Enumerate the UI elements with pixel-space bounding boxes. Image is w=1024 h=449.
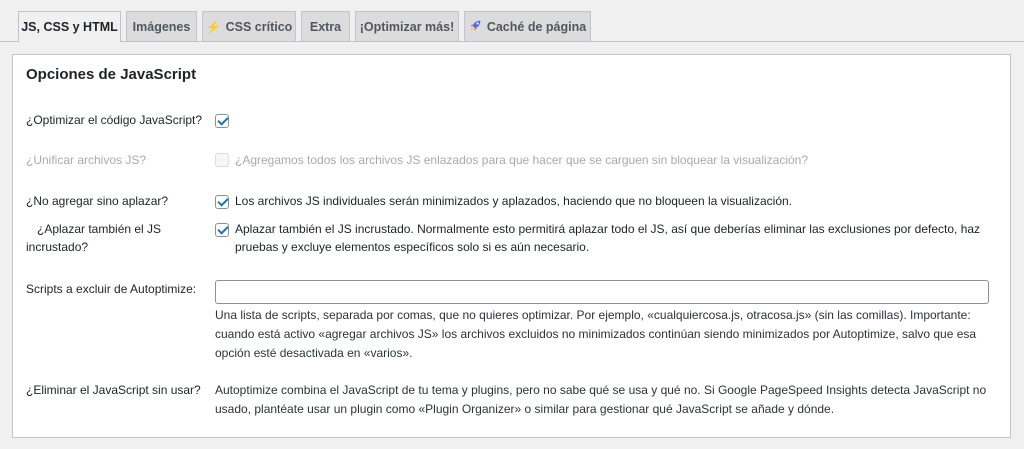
tab-extra[interactable]: Extra: [301, 11, 350, 41]
javascript-options-panel: Opciones de JavaScript ¿Optimizar el cód…: [12, 54, 1011, 438]
lightning-icon: ⚡: [205, 19, 221, 34]
tab-label: ¡Optimizar más!: [359, 19, 455, 34]
defer-js-checkbox[interactable]: [215, 195, 229, 209]
tab-images[interactable]: Imágenes: [126, 11, 197, 41]
help-line: Una lista de scripts, separada por comas…: [215, 308, 971, 322]
help-line: cuando está activo «agregar archivos JS»…: [215, 327, 977, 341]
exclude-scripts-help: Una lista de scripts, separada por comas…: [215, 306, 976, 363]
defer-inline-label: ¿Aplazar también el JS incrustado?: [26, 220, 161, 256]
remove-unused-js-text: Autoptimize combina el JavaScript de tu …: [215, 381, 986, 419]
settings-tab-bar: JS, CSS y HTML Imágenes ⚡ CSS crítico Ex…: [0, 0, 1024, 42]
tab-page-cache[interactable]: Caché de página: [464, 11, 591, 41]
defer-js-label: ¿No agregar sino aplazar?: [26, 194, 169, 208]
defer-inline-description: Aplazar también el JS incrustado. Normal…: [235, 220, 980, 256]
help-line: Autoptimize combina el JavaScript de tu …: [215, 383, 987, 397]
tab-optimize-more[interactable]: ¡Optimizar más!: [355, 11, 459, 41]
tab-label: JS, CSS y HTML: [21, 20, 118, 34]
tab-critical-css[interactable]: ⚡ CSS crítico: [202, 11, 296, 41]
remove-unused-js-label: ¿Eliminar el JavaScript sin usar?: [26, 383, 201, 397]
exclude-scripts-input[interactable]: [215, 280, 989, 304]
tab-js-css-html[interactable]: JS, CSS y HTML: [18, 11, 121, 42]
description-line: pruebas y excluye elementos específicos …: [235, 240, 590, 254]
defer-inline-label-line: incrustado?: [26, 240, 89, 254]
rocket-icon: [469, 19, 482, 35]
exclude-scripts-label: Scripts a excluir de Autoptimize:: [26, 282, 197, 296]
tab-label: Extra: [309, 19, 342, 34]
tab-label: Imágenes: [132, 19, 191, 34]
tab-label: CSS crítico: [225, 19, 293, 34]
defer-js-description: Los archivos JS individuales serán minim…: [235, 194, 792, 208]
aggregate-js-checkbox[interactable]: [215, 153, 229, 167]
aggregate-js-description: ¿Agregamos todos los archivos JS enlazad…: [235, 153, 809, 167]
aggregate-js-label: ¿Unificar archivos JS?: [26, 153, 147, 167]
section-title: Opciones de JavaScript: [26, 66, 197, 83]
tab-label: Caché de página: [486, 19, 587, 34]
optimize-js-label: ¿Optimizar el código JavaScript?: [26, 113, 203, 127]
defer-inline-label-line: ¿Aplazar también el JS: [37, 222, 162, 236]
help-line: opción esté desactivada en «varios».: [215, 346, 413, 360]
defer-inline-checkbox[interactable]: [215, 223, 229, 237]
optimize-js-checkbox[interactable]: [215, 114, 229, 128]
help-line: usado, plantéate usar un plugin como «Pl…: [215, 402, 835, 416]
description-line: Aplazar también el JS incrustado. Normal…: [235, 222, 981, 236]
